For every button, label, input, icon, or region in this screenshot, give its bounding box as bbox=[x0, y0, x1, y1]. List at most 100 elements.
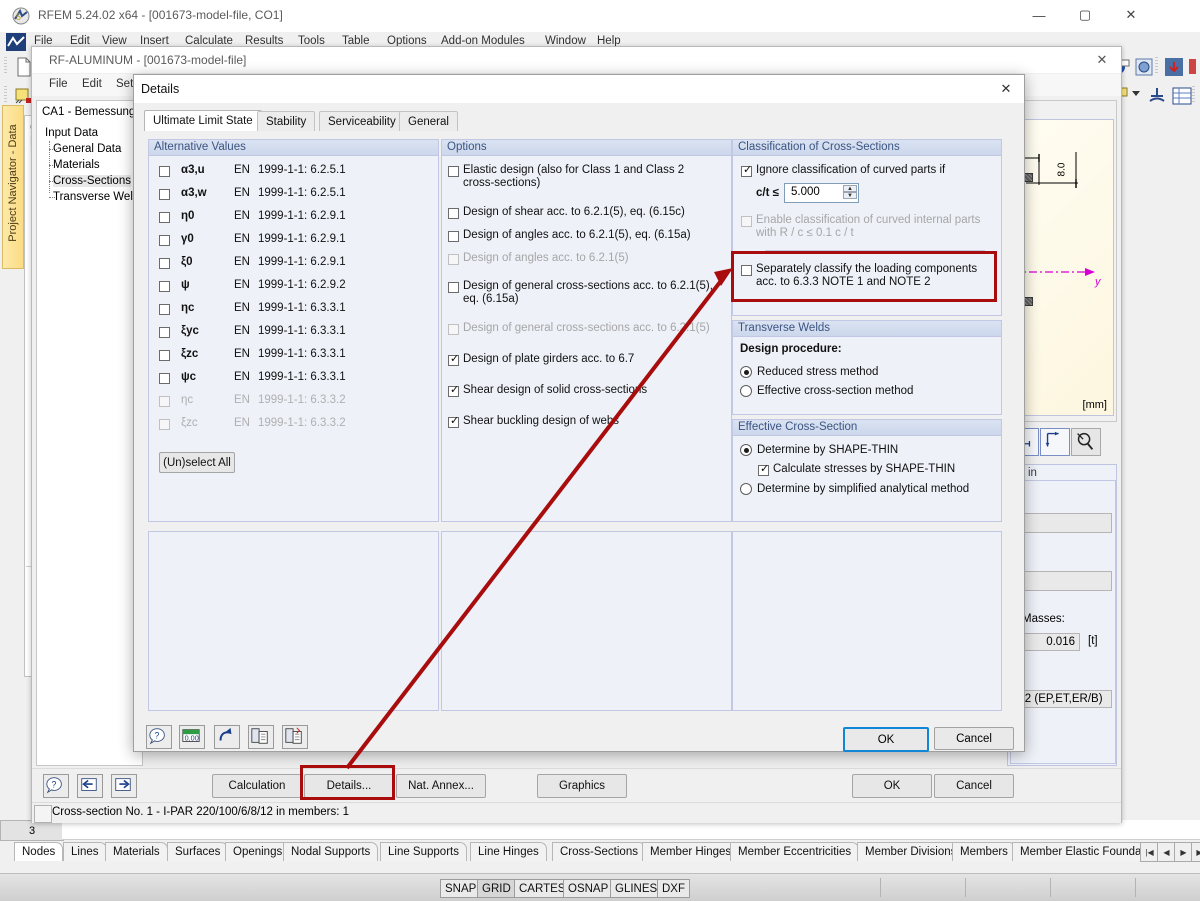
checkbox-xi0[interactable] bbox=[159, 258, 170, 269]
project-navigator-tab[interactable]: Project Navigator - Data bbox=[2, 105, 24, 269]
checkbox-design-shear[interactable] bbox=[448, 208, 459, 219]
checkbox-ignore-curved-parts[interactable]: ✓ bbox=[741, 166, 752, 177]
sheet-tab-lines[interactable]: Lines bbox=[63, 842, 107, 861]
table-cell[interactable] bbox=[392, 820, 1200, 840]
alu-menu-file[interactable]: File bbox=[49, 78, 68, 90]
tree-node-input-data[interactable]: Input Data bbox=[45, 127, 98, 139]
toolbar-grip[interactable] bbox=[4, 57, 7, 75]
ratio-spinner-buttons[interactable]: ▲ ▼ bbox=[843, 185, 857, 199]
sheet-tab-member-eccentricities[interactable]: Member Eccentricities bbox=[730, 842, 859, 861]
alu-menu-edit[interactable]: Edit bbox=[82, 78, 102, 90]
status-toggle-osnap[interactable]: OSNAP bbox=[563, 879, 613, 898]
tree-item-cross-sections[interactable]: Cross-Sections bbox=[53, 175, 131, 187]
status-toggle-snap[interactable]: SNAP bbox=[440, 879, 481, 898]
checkbox-psi[interactable] bbox=[159, 281, 170, 292]
help-icon[interactable]: ? bbox=[43, 774, 69, 798]
ratio-spin-input[interactable]: ▲ ▼ bbox=[784, 183, 859, 203]
calculation-button[interactable]: Calculation bbox=[212, 774, 302, 798]
tree-item-general-data[interactable]: General Data bbox=[53, 143, 121, 155]
module-download-icon[interactable] bbox=[1162, 55, 1186, 79]
graphics-button[interactable]: Graphics bbox=[537, 774, 627, 798]
table-row-header[interactable]: 3 bbox=[0, 820, 64, 841]
tab-general[interactable]: General bbox=[399, 111, 458, 131]
help-icon[interactable]: ? bbox=[146, 725, 172, 749]
cross-section-canvas[interactable]: 8.0 y [mm] bbox=[1012, 119, 1114, 416]
toolbar-grip-4[interactable] bbox=[1192, 86, 1195, 104]
previous-icon[interactable] bbox=[77, 774, 103, 798]
nat-annex-button[interactable]: Nat. Annex... bbox=[396, 774, 486, 798]
rfem-maximize-button[interactable]: ▢ bbox=[1062, 0, 1108, 30]
zoom-icon[interactable] bbox=[1071, 428, 1101, 456]
checkbox-xiyc[interactable] bbox=[159, 327, 170, 338]
checkbox-calculate-stresses-shape-thin[interactable]: ✓ bbox=[758, 465, 769, 476]
radio-effective-cs-method[interactable] bbox=[740, 385, 752, 397]
sheet-tab-surfaces[interactable]: Surfaces bbox=[167, 842, 228, 861]
sheet-tab-members[interactable]: Members bbox=[952, 842, 1016, 861]
sheet-tab-member-hinges[interactable]: Member Hinges bbox=[642, 842, 739, 861]
status-toggle-grid[interactable]: GRID bbox=[477, 879, 516, 898]
rfem-minimize-button[interactable]: — bbox=[1016, 0, 1062, 30]
spinner-down-icon[interactable]: ▼ bbox=[843, 192, 857, 199]
checkbox-elastic-design[interactable] bbox=[448, 166, 459, 177]
status-toggle-dxf[interactable]: DXF bbox=[657, 879, 690, 898]
sheet-tab-cross-sections[interactable]: Cross-Sections bbox=[552, 842, 646, 861]
table-nav-last[interactable]: ▶| bbox=[1191, 842, 1200, 862]
table-view-icon[interactable] bbox=[1170, 84, 1194, 108]
support-icon[interactable] bbox=[1145, 84, 1169, 108]
radio-determine-simplified-analytical[interactable] bbox=[740, 483, 752, 495]
details-dialog-close-button[interactable]: ✕ bbox=[991, 78, 1021, 100]
rf-aluminum-close-button[interactable]: ✕ bbox=[1085, 49, 1119, 71]
checkbox-shear-buckling-webs[interactable]: ✓ bbox=[448, 417, 459, 428]
alu-ok-button[interactable]: OK bbox=[852, 774, 932, 798]
checkbox-psic[interactable] bbox=[159, 373, 170, 384]
tab-serviceability[interactable]: Serviceability bbox=[319, 111, 405, 131]
checkbox-alpha3u[interactable] bbox=[159, 166, 170, 177]
sheet-tab-line-supports[interactable]: Line Supports bbox=[380, 842, 467, 861]
restore-default-icon[interactable] bbox=[214, 725, 240, 749]
tree-item-transverse-welds[interactable]: Transverse Welds bbox=[53, 191, 145, 203]
export-settings-icon[interactable] bbox=[282, 725, 308, 749]
chevron-down-icon[interactable] bbox=[1132, 91, 1140, 96]
table-cell[interactable] bbox=[326, 820, 393, 840]
sheet-tab-member-divisions[interactable]: Member Divisions bbox=[857, 842, 964, 861]
toolbar-grip-2[interactable] bbox=[1155, 57, 1158, 75]
axis-icon[interactable] bbox=[1040, 428, 1070, 456]
details-button[interactable]: Details... bbox=[304, 774, 394, 798]
tab-stability[interactable]: Stability bbox=[257, 111, 315, 131]
extra-toolbar-icon[interactable] bbox=[1186, 55, 1200, 79]
tab-ultimate-limit-state[interactable]: Ultimate Limit State bbox=[144, 110, 262, 131]
tree-item-materials[interactable]: Materials bbox=[53, 159, 100, 171]
checkbox-xizc[interactable] bbox=[159, 350, 170, 361]
radio-reduced-stress-method[interactable] bbox=[740, 366, 752, 378]
checkbox-design-angles-615a[interactable] bbox=[448, 231, 459, 242]
checkbox-design-plate-girders[interactable]: ✓ bbox=[448, 355, 459, 366]
unselect-all-button[interactable]: (Un)select All bbox=[159, 452, 235, 473]
settings-globe-icon[interactable] bbox=[1133, 55, 1157, 79]
sheet-tab-materials[interactable]: Materials bbox=[105, 842, 168, 861]
sheet-tab-nodal-supports[interactable]: Nodal Supports bbox=[283, 842, 378, 861]
ratio-input[interactable] bbox=[789, 185, 849, 199]
table-cell[interactable] bbox=[62, 820, 129, 840]
table-cell[interactable] bbox=[260, 820, 327, 840]
sheet-tab-nodes[interactable]: Nodes bbox=[14, 842, 63, 861]
sheet-tab-line-hinges[interactable]: Line Hinges bbox=[470, 842, 547, 861]
units-icon[interactable]: 0,00 bbox=[179, 725, 205, 749]
checkbox-alpha3w[interactable] bbox=[159, 189, 170, 200]
radio-determine-by-shape-thin[interactable] bbox=[740, 444, 752, 456]
checkbox-eta0[interactable] bbox=[159, 212, 170, 223]
checkbox-gamma0[interactable] bbox=[159, 235, 170, 246]
spinner-up-icon[interactable]: ▲ bbox=[843, 185, 857, 192]
table-cell[interactable] bbox=[128, 820, 195, 840]
table-cell[interactable] bbox=[194, 820, 261, 840]
alu-field-2[interactable] bbox=[1012, 571, 1112, 591]
status-toggle-glines[interactable]: GLINES bbox=[610, 879, 662, 898]
details-ok-button[interactable]: OK bbox=[843, 727, 929, 752]
checkbox-etac[interactable] bbox=[159, 304, 170, 315]
checkbox-separately-classify[interactable] bbox=[741, 265, 752, 276]
checkbox-design-general-cs-615a[interactable] bbox=[448, 282, 459, 293]
alu-field-1[interactable] bbox=[1012, 513, 1112, 533]
status-toggle-cartes[interactable]: CARTES bbox=[514, 879, 570, 898]
sheet-tab-openings[interactable]: Openings bbox=[225, 842, 290, 861]
details-cancel-button[interactable]: Cancel bbox=[934, 727, 1014, 750]
next-icon[interactable] bbox=[111, 774, 137, 798]
